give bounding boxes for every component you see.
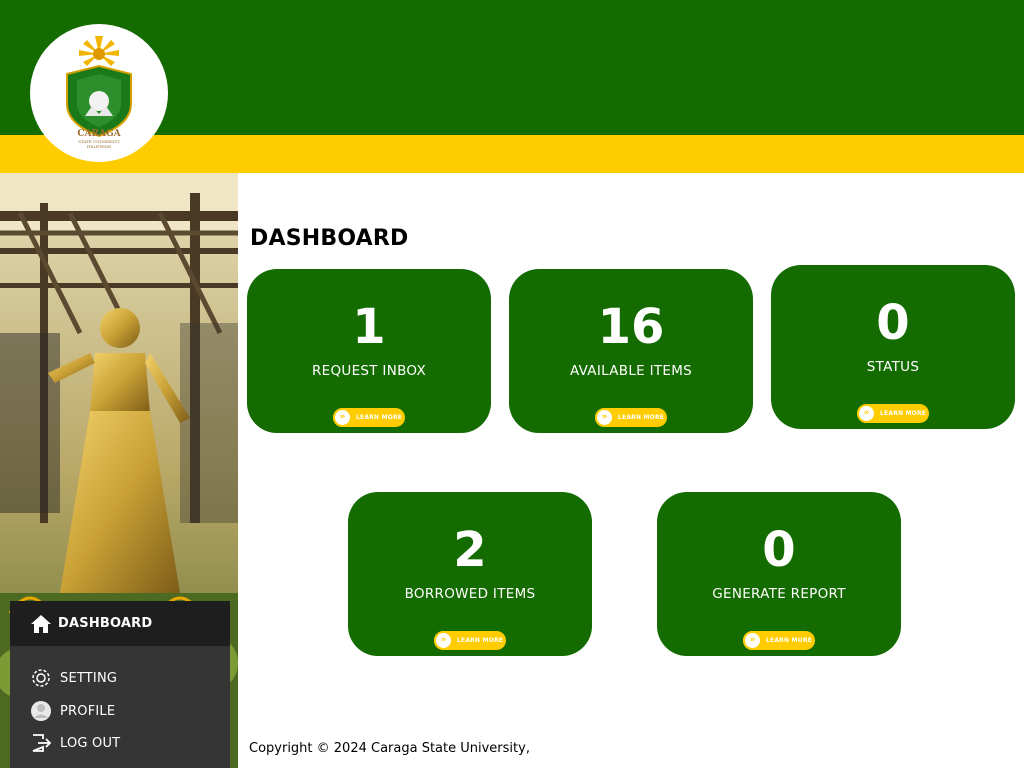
card-value: 0 xyxy=(762,522,796,578)
learn-more-label: LEARN MORE xyxy=(766,637,813,644)
card-caption: STATUS xyxy=(866,359,920,375)
svg-text:CARAGA: CARAGA xyxy=(77,129,121,139)
double-chevron-right-icon: » xyxy=(857,404,876,423)
card-caption: REQUEST INBOX xyxy=(311,363,427,379)
home-icon xyxy=(30,613,52,635)
footer-copyright: Copyright © 2024 Caraga State University… xyxy=(249,741,530,756)
learn-more-label: LEARN MORE xyxy=(356,414,403,421)
sidebar-item-label: DASHBOARD xyxy=(58,616,153,631)
sidebar-item-setting[interactable]: SETTING xyxy=(10,663,230,693)
page-title: DASHBOARD xyxy=(250,226,409,251)
double-chevron-right-icon: » xyxy=(743,631,762,650)
card-request-inbox: 1 REQUEST INBOX » LEARN MORE xyxy=(247,269,491,433)
card-status: 0 STATUS » LEARN MORE xyxy=(771,265,1015,429)
card-borrowed-items: 2 BORROWED ITEMS » LEARN MORE xyxy=(348,492,592,656)
learn-more-label: LEARN MORE xyxy=(618,414,665,421)
card-caption: AVAILABLE ITEMS xyxy=(569,363,693,379)
gear-icon xyxy=(30,667,52,689)
card-generate-report: 0 GENERATE REPORT » LEARN MORE xyxy=(657,492,901,656)
learn-more-button[interactable]: » LEARN MORE xyxy=(595,408,667,427)
university-seal-icon: CARAGA STATE UNIVERSITY PHILIPPINES xyxy=(66,36,132,149)
double-chevron-right-icon: » xyxy=(434,631,453,650)
card-value: 1 xyxy=(352,299,386,355)
card-available-items: 16 AVAILABLE ITEMS » LEARN MORE xyxy=(509,269,753,433)
sidebar-item-label: PROFILE xyxy=(60,703,116,719)
svg-text:STATE UNIVERSITY: STATE UNIVERSITY xyxy=(78,139,120,144)
card-value: 2 xyxy=(453,522,487,578)
sidebar-item-dashboard[interactable]: DASHBOARD xyxy=(10,601,230,646)
card-value: 16 xyxy=(597,299,665,355)
logout-icon xyxy=(30,732,52,754)
sidebar-item-label: LOG OUT xyxy=(60,735,121,751)
learn-more-label: LEARN MORE xyxy=(880,410,927,417)
sidebar-item-label: SETTING xyxy=(60,670,118,686)
learn-more-button[interactable]: » LEARN MORE xyxy=(857,404,929,423)
sidebar-item-profile[interactable]: PROFILE xyxy=(10,696,230,726)
learn-more-button[interactable]: » LEARN MORE xyxy=(333,408,405,427)
university-logo[interactable]: CARAGA STATE UNIVERSITY PHILIPPINES xyxy=(30,24,168,162)
card-value: 0 xyxy=(876,295,910,351)
learn-more-label: LEARN MORE xyxy=(457,637,504,644)
sidebar-item-logout[interactable]: LOG OUT xyxy=(10,728,230,758)
svg-text:PHILIPPINES: PHILIPPINES xyxy=(87,145,112,149)
double-chevron-right-icon: » xyxy=(333,408,352,427)
user-avatar-icon xyxy=(30,700,52,722)
card-caption: BORROWED ITEMS xyxy=(404,586,536,602)
card-caption: GENERATE REPORT xyxy=(712,586,846,602)
header-accent-stripe xyxy=(0,135,1024,173)
double-chevron-right-icon: » xyxy=(595,408,614,427)
learn-more-button[interactable]: » LEARN MORE xyxy=(743,631,815,650)
learn-more-button[interactable]: » LEARN MORE xyxy=(434,631,506,650)
